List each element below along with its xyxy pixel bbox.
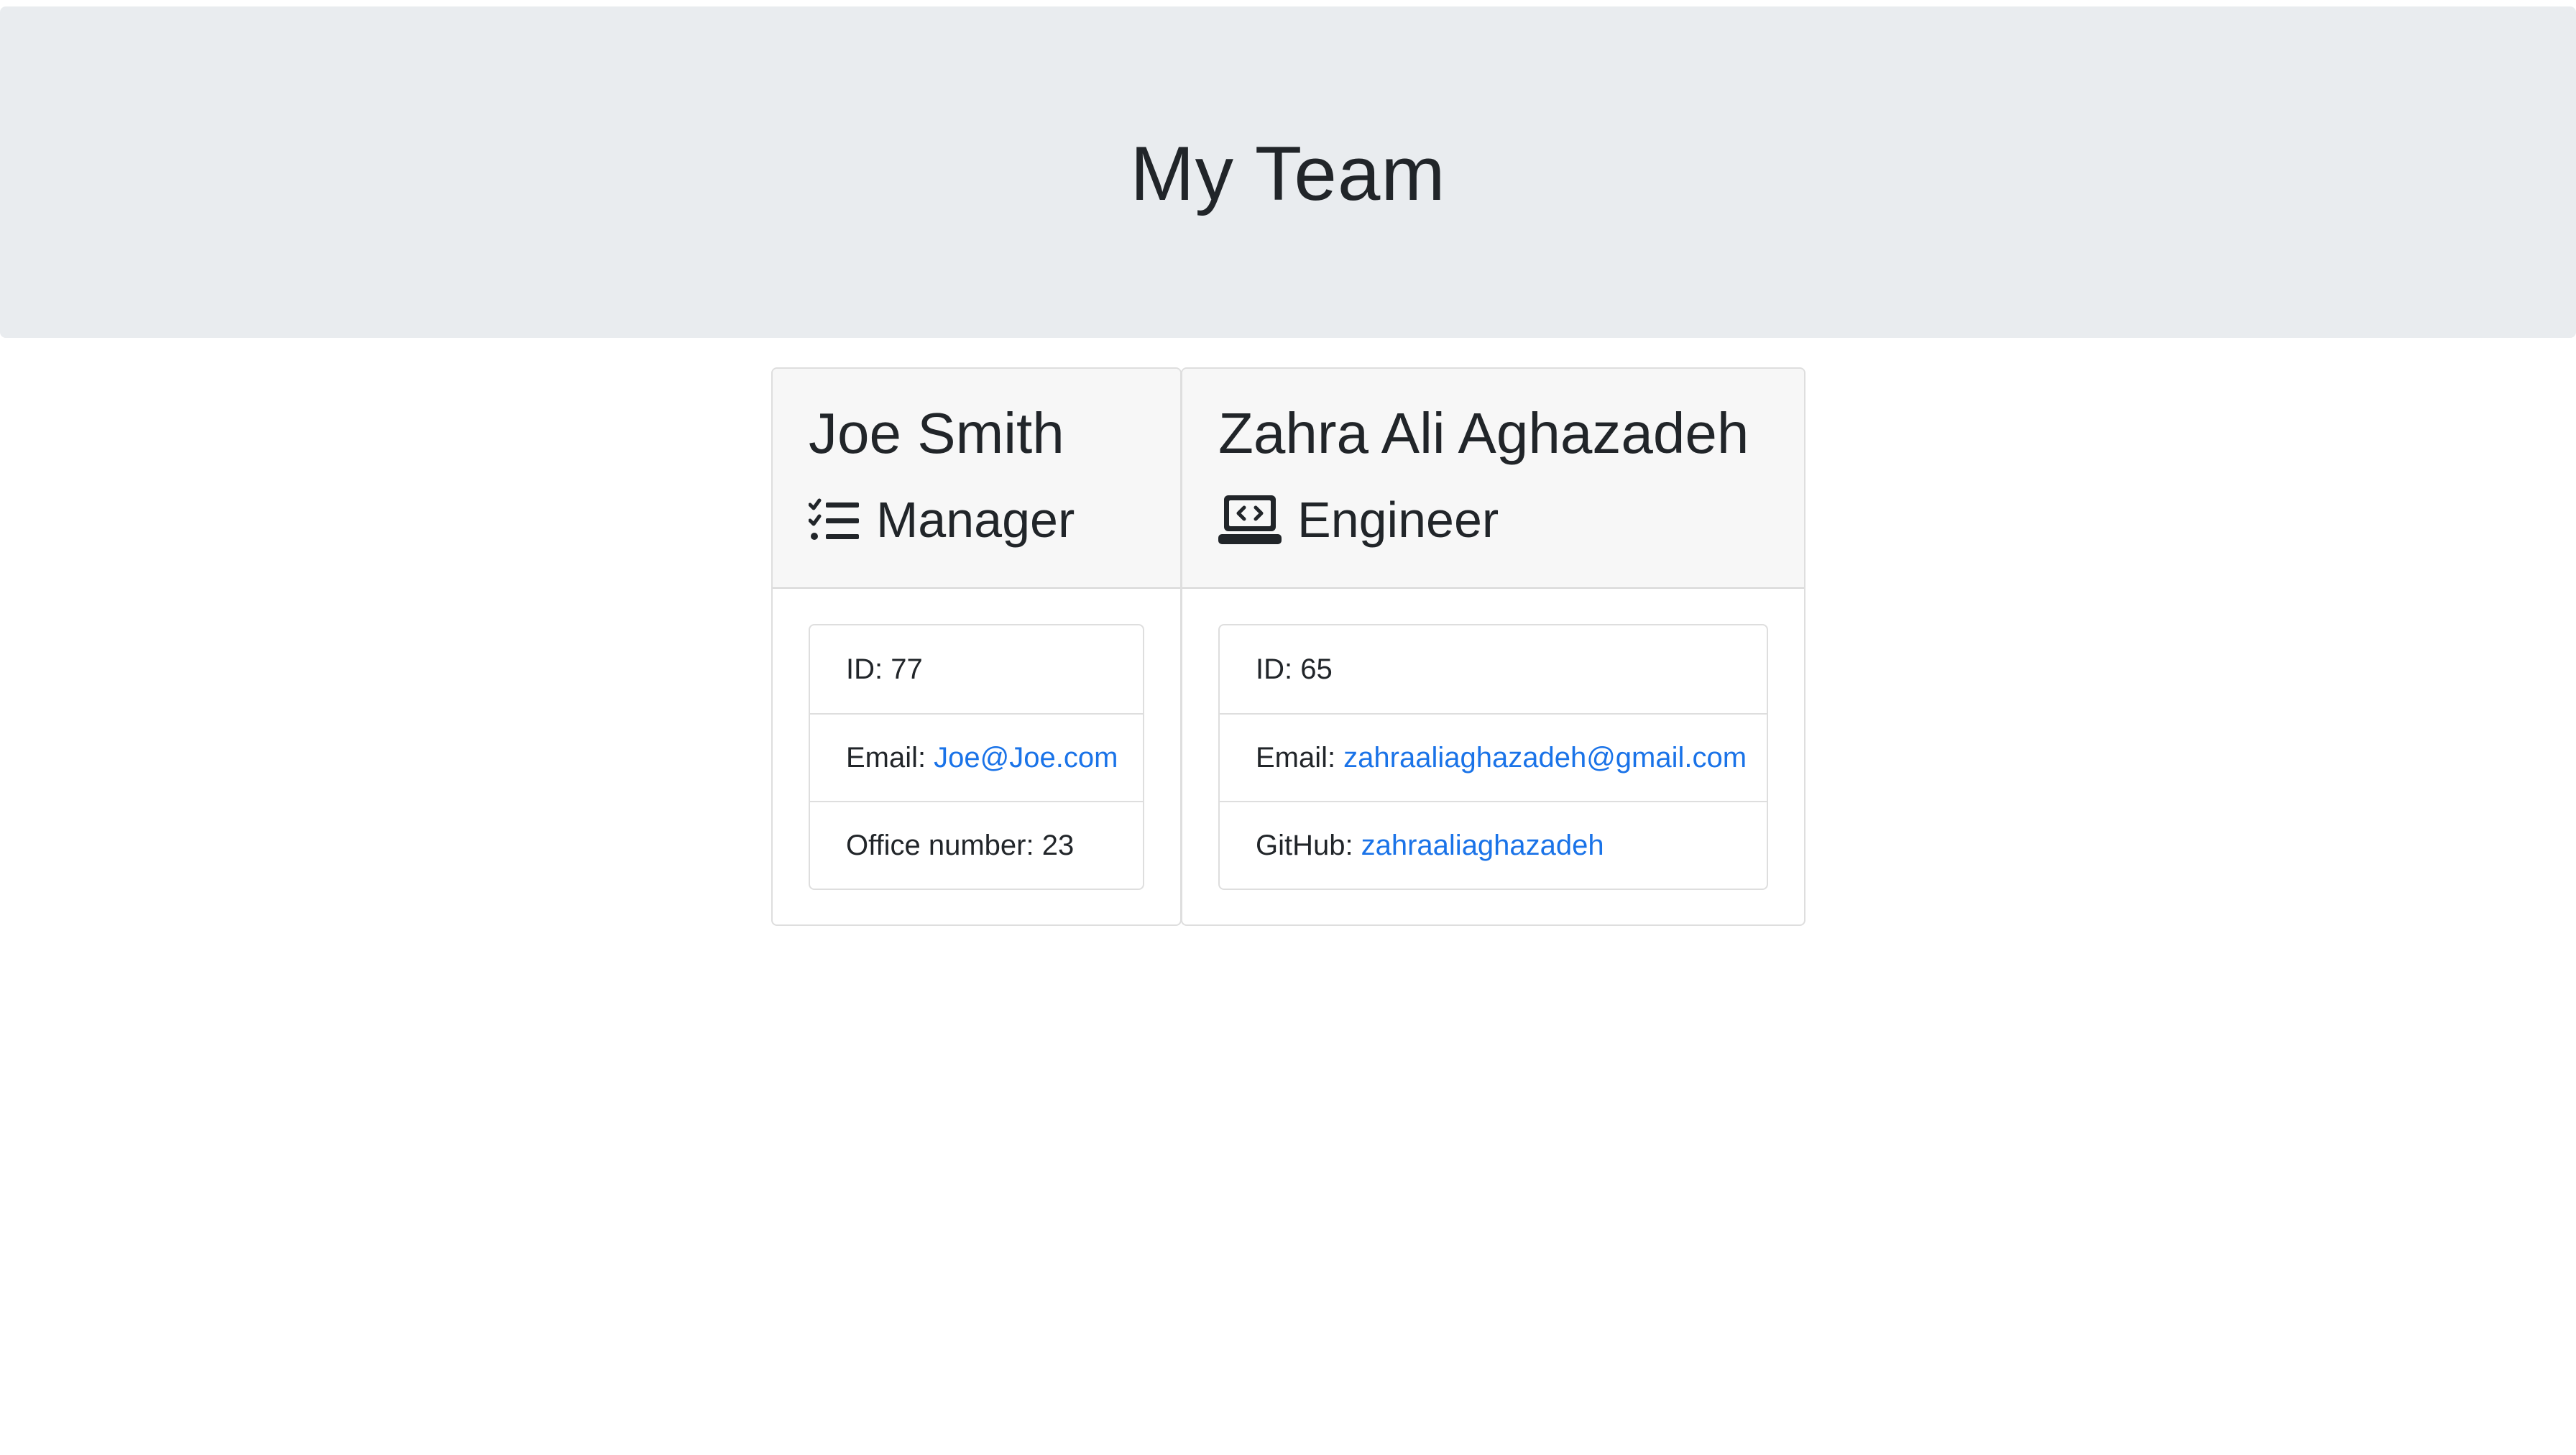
email-label: Email: bbox=[846, 741, 926, 774]
employee-role: Manager bbox=[809, 477, 1075, 563]
employee-details-list: ID: 77 Email: Joe@Joe.com Office number:… bbox=[809, 624, 1144, 890]
role-label: Manager bbox=[876, 492, 1075, 548]
employee-details-list: ID: 65 Email: zahraaliaghazadeh@gmail.co… bbox=[1218, 624, 1768, 890]
employee-card-engineer: Zahra Ali Aghazadeh Engineer ID: 65 Emai… bbox=[1181, 367, 1806, 926]
id-text: ID: 77 bbox=[846, 653, 923, 685]
email-label: Email: bbox=[1256, 741, 1336, 774]
list-item-email: Email: Joe@Joe.com bbox=[810, 713, 1143, 801]
list-item-id: ID: 65 bbox=[1220, 625, 1767, 713]
email-link[interactable]: zahraaliaghazadeh@gmail.com bbox=[1343, 742, 1747, 774]
list-item-id: ID: 77 bbox=[810, 625, 1143, 713]
card-header: Joe Smith Manager bbox=[773, 369, 1180, 589]
employee-card-manager: Joe Smith Manager ID: 77 Email: Joe@Joe.… bbox=[771, 367, 1182, 926]
github-link[interactable]: zahraaliaghazadeh bbox=[1361, 830, 1604, 862]
employee-name: Zahra Ali Aghazadeh bbox=[1218, 401, 1749, 465]
email-link[interactable]: Joe@Joe.com bbox=[934, 742, 1118, 774]
list-item-email: Email: zahraaliaghazadeh@gmail.com bbox=[1220, 713, 1767, 801]
employee-name: Joe Smith bbox=[809, 401, 1064, 465]
list-item-github: GitHub: zahraaliaghazadeh bbox=[1220, 801, 1767, 889]
card-header: Zahra Ali Aghazadeh Engineer bbox=[1182, 369, 1804, 589]
header-jumbotron: My Team bbox=[0, 6, 2576, 338]
list-item-office: Office number: 23 bbox=[810, 801, 1143, 889]
role-label: Engineer bbox=[1297, 492, 1499, 548]
id-text: ID: 65 bbox=[1256, 653, 1333, 685]
page-title: My Team bbox=[1130, 130, 1446, 216]
tasks-checklist-icon bbox=[809, 498, 860, 541]
employee-role: Engineer bbox=[1218, 477, 1499, 563]
github-label: GitHub: bbox=[1256, 829, 1353, 861]
office-number-text: Office number: 23 bbox=[846, 829, 1075, 861]
laptop-code-icon bbox=[1218, 494, 1282, 546]
